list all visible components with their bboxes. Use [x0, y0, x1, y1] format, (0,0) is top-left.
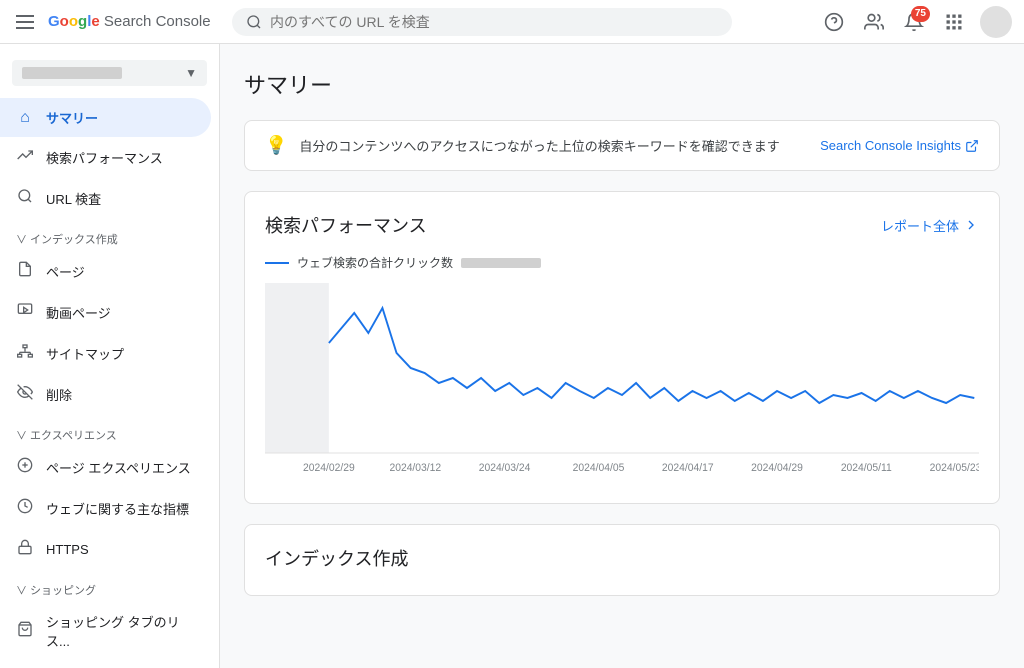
info-banner-text: 自分のコンテンツへのアクセスにつながった上位の検索キーワードを確認できます: [299, 136, 808, 155]
sidebar-item-web-vitals[interactable]: ウェブに関する主な指標: [0, 488, 211, 529]
account-icon: [864, 12, 884, 32]
bulb-icon: 💡: [265, 135, 287, 156]
report-link[interactable]: レポート全体: [881, 216, 979, 235]
page-title: サマリー: [244, 68, 1000, 100]
performance-chart: 2024/02/29 2024/03/12 2024/03/24 2024/04…: [265, 283, 979, 483]
performance-card-title: 検索パフォーマンス: [265, 212, 427, 238]
performance-card: 検索パフォーマンス レポート全体 ウェブ検索の合計クリック数: [244, 191, 1000, 504]
chart-svg: 2024/02/29 2024/03/12 2024/03/24 2024/04…: [265, 283, 979, 483]
sidebar-item-shopping[interactable]: ショッピング タブのリス...: [0, 602, 211, 660]
sidebar-item-https[interactable]: HTTPS: [0, 529, 211, 570]
apps-icon: [944, 12, 964, 32]
search-small-icon: [16, 188, 34, 209]
info-banner: 💡 自分のコンテンツへのアクセスにつながった上位の検索キーワードを確認できます …: [244, 120, 1000, 171]
property-selector[interactable]: ▼: [12, 60, 207, 86]
index-card: インデックス作成: [244, 524, 1000, 596]
eye-off-icon: [16, 384, 34, 405]
lock-icon: [16, 539, 34, 560]
shopping-section-label[interactable]: ∨ ショッピング: [0, 570, 219, 602]
home-icon: ⌂: [16, 109, 34, 127]
property-name: [22, 67, 122, 79]
search-icon: [246, 14, 262, 30]
help-button[interactable]: [816, 4, 852, 40]
sidebar-item-url-inspection[interactable]: URL 検査: [0, 178, 211, 219]
sidebar-item-label: URL 検査: [46, 189, 101, 208]
legend-line: [265, 262, 289, 264]
sidebar-item-page-experience[interactable]: ページ エクスペリエンス: [0, 447, 211, 488]
header-left: Google Search Console: [12, 11, 232, 33]
account-button[interactable]: [856, 4, 892, 40]
svg-text:2024/04/17: 2024/04/17: [662, 462, 714, 474]
search-input[interactable]: [270, 14, 718, 30]
card-header: 検索パフォーマンス レポート全体: [265, 212, 979, 238]
sidebar-item-label: ページ エクスペリエンス: [46, 458, 191, 477]
svg-text:2024/05/23: 2024/05/23: [930, 462, 979, 474]
main-content: サマリー 💡 自分のコンテンツへのアクセスにつながった上位の検索キーワードを確認…: [220, 44, 1024, 668]
sitemap-icon: [16, 343, 34, 364]
sidebar-item-search-performance[interactable]: 検索パフォーマンス: [0, 137, 211, 178]
index-card-title: インデックス作成: [265, 545, 979, 575]
apps-button[interactable]: [936, 4, 972, 40]
svg-text:2024/04/29: 2024/04/29: [751, 462, 803, 474]
chevron-right-icon: [963, 217, 979, 233]
header-actions: 75: [816, 4, 1012, 40]
svg-text:2024/03/24: 2024/03/24: [479, 462, 531, 474]
sidebar: ▼ ⌂ サマリー 検索パフォーマンス URL 検査 ∨ インデックス作成 ページ: [0, 44, 220, 668]
sidebar-item-label: ページ: [46, 262, 85, 281]
sidebar-item-pages[interactable]: ページ: [0, 251, 211, 292]
file-icon: [16, 261, 34, 282]
search-bar[interactable]: [232, 8, 732, 36]
help-icon: [824, 12, 844, 32]
svg-text:2024/04/05: 2024/04/05: [573, 462, 625, 474]
speed-icon: [16, 498, 34, 519]
trending-up-icon: [16, 147, 34, 168]
plus-circle-icon: [16, 457, 34, 478]
app-header: Google Search Console 75: [0, 0, 1024, 44]
experience-section-label[interactable]: ∨ エクスペリエンス: [0, 415, 219, 447]
sidebar-item-label: ウェブに関する主な指標: [46, 499, 189, 518]
main-layout: ▼ ⌂ サマリー 検索パフォーマンス URL 検査 ∨ インデックス作成 ページ: [0, 44, 1024, 668]
notification-button[interactable]: 75: [896, 4, 932, 40]
legend-value-blurred: [461, 258, 541, 268]
report-link-label: レポート全体: [881, 216, 959, 235]
external-link-icon: [965, 139, 979, 153]
sidebar-item-label: ショッピング タブのリス...: [46, 612, 195, 650]
svg-text:2024/05/11: 2024/05/11: [841, 462, 892, 474]
sidebar-item-sitemap[interactable]: サイトマップ: [0, 333, 211, 374]
app-logo: Google Search Console: [48, 13, 211, 30]
insights-link[interactable]: Search Console Insights: [820, 138, 979, 153]
chevron-down-icon: ▼: [185, 66, 197, 80]
legend-label: ウェブ検索の合計クリック数: [297, 254, 453, 271]
svg-text:2024/02/29: 2024/02/29: [303, 462, 355, 474]
sidebar-item-label: 検索パフォーマンス: [46, 148, 163, 167]
hamburger-menu-button[interactable]: [12, 11, 38, 33]
sidebar-item-label: 削除: [46, 385, 72, 404]
sidebar-item-label: サイトマップ: [46, 344, 124, 363]
sidebar-item-removal[interactable]: 削除: [0, 374, 211, 415]
notification-badge: 75: [911, 6, 930, 22]
insights-link-label: Search Console Insights: [820, 138, 961, 153]
video-icon: [16, 302, 34, 323]
sidebar-item-label: HTTPS: [46, 542, 89, 557]
sidebar-item-summary[interactable]: ⌂ サマリー: [0, 98, 211, 137]
avatar-button[interactable]: [980, 6, 1012, 38]
sidebar-item-label: 動画ページ: [46, 303, 111, 322]
svg-text:2024/03/12: 2024/03/12: [389, 462, 441, 474]
shopping-bag-icon: [16, 621, 34, 642]
sidebar-item-label: サマリー: [46, 108, 98, 127]
index-section-label[interactable]: ∨ インデックス作成: [0, 219, 219, 251]
chart-legend: ウェブ検索の合計クリック数: [265, 254, 979, 271]
sidebar-item-video-pages[interactable]: 動画ページ: [0, 292, 211, 333]
